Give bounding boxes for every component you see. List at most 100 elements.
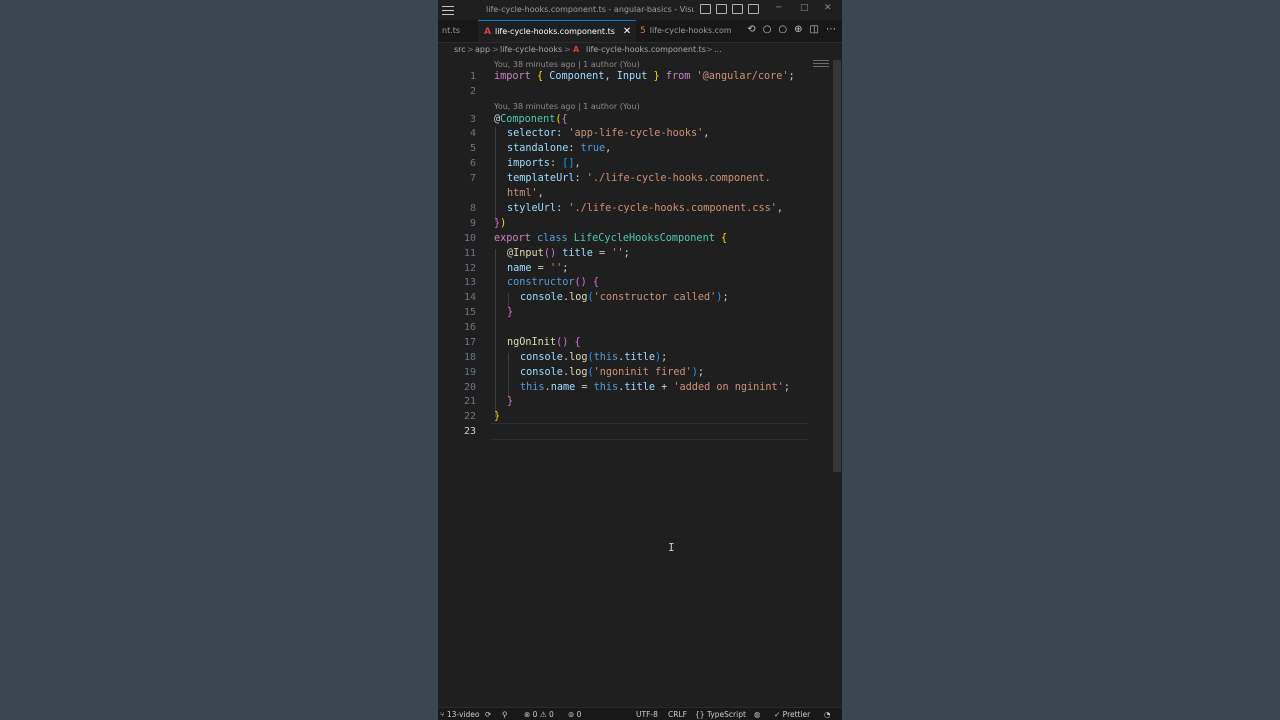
minimap[interactable] bbox=[813, 60, 829, 72]
line-number: 16 bbox=[463, 322, 476, 333]
layout-controls bbox=[700, 4, 764, 16]
tab-label: nt.ts bbox=[442, 26, 461, 35]
code-line-20: this.name = this.title + 'added on ngini… bbox=[520, 382, 790, 393]
close-window-button[interactable]: ✕ bbox=[824, 3, 832, 13]
close-tab-icon[interactable]: ✕ bbox=[623, 26, 631, 37]
breadcrumb-app[interactable]: app bbox=[475, 45, 490, 54]
line-number: 1 bbox=[469, 71, 476, 82]
breadcrumb-separator: > bbox=[564, 45, 571, 54]
error-icon: ⊗ bbox=[524, 710, 533, 719]
go-forward-icon[interactable]: ○ bbox=[778, 24, 787, 35]
code-line-7: templateUrl: './life-cycle-hooks.compone… bbox=[507, 173, 771, 184]
codelens-blame[interactable]: You, 38 minutes ago | 1 author (You) bbox=[494, 60, 640, 69]
code-line-9: }) bbox=[494, 218, 507, 229]
branch-status[interactable]: ⑂ 13-video bbox=[440, 710, 479, 719]
code-line-6: imports: [], bbox=[507, 158, 581, 169]
code-line-19: console.log('ngoninit fired'); bbox=[520, 367, 705, 378]
toggle-panel-icon[interactable] bbox=[716, 4, 727, 14]
line-number: 18 bbox=[463, 352, 476, 363]
encoding-status[interactable]: UTF-8 bbox=[636, 710, 658, 719]
breadcrumb-separator: > bbox=[492, 45, 499, 54]
angular-icon: A bbox=[484, 27, 491, 37]
line-number: 22 bbox=[463, 411, 476, 422]
line-number: 4 bbox=[469, 128, 476, 139]
broadcast-icon: ⊚ bbox=[568, 710, 577, 719]
tab-label: life-cycle-hooks.component.ts bbox=[494, 27, 615, 36]
menu-icon[interactable] bbox=[441, 3, 455, 17]
line-number: 21 bbox=[463, 396, 476, 407]
source-control-icon[interactable]: ⚲ bbox=[502, 710, 508, 719]
code-line-22: } bbox=[494, 411, 501, 422]
indent-guide bbox=[495, 127, 496, 222]
editor-tab-bar: nt.ts Alife-cycle-hooks.component.ts ✕ 5l… bbox=[438, 20, 842, 43]
ports-status[interactable]: ⊚ 0 bbox=[568, 710, 581, 719]
title-bar: life-cycle-hooks.component.ts - angular-… bbox=[438, 0, 842, 20]
language-status[interactable]: {} TypeScript bbox=[695, 710, 746, 719]
indent-guide bbox=[495, 249, 496, 417]
line-number: 3 bbox=[469, 114, 476, 125]
tab-life-cycle-hooks-component-ts[interactable]: Alife-cycle-hooks.component.ts ✕ bbox=[478, 20, 636, 42]
code-line-10: export class LifeCycleHooksComponent { bbox=[494, 233, 728, 244]
line-number: 14 bbox=[463, 292, 476, 303]
breadcrumb-more[interactable]: ... bbox=[714, 45, 722, 54]
code-line-4: selector: 'app-life-cycle-hooks', bbox=[507, 128, 710, 139]
more-actions-icon[interactable]: ⋯ bbox=[826, 24, 836, 35]
warning-icon: ⚠ bbox=[539, 710, 549, 719]
git-branch-icon: ⑂ bbox=[440, 710, 447, 719]
split-editor-icon[interactable]: ◫ bbox=[810, 24, 819, 35]
code-line-15: } bbox=[507, 307, 514, 318]
tab-life-cycle-hooks-html[interactable]: 5 life-cycle-hooks.com bbox=[640, 20, 732, 42]
code-editor[interactable]: You, 38 minutes ago | 1 author (You) You… bbox=[438, 57, 842, 707]
check-icon: ✓ bbox=[774, 710, 783, 719]
breadcrumb-separator: > bbox=[706, 45, 713, 54]
braces-icon: {} bbox=[695, 710, 707, 719]
editor-actions: ⟲ ○ ○ ⊕ ◫ ⋯ bbox=[740, 24, 836, 35]
indent-guide bbox=[508, 293, 509, 308]
line-number: 17 bbox=[463, 337, 476, 348]
vertical-scrollbar[interactable] bbox=[833, 60, 841, 472]
codelens-blame[interactable]: You, 38 minutes ago | 1 author (You) bbox=[494, 102, 640, 111]
window-title: life-cycle-hooks.component.ts - angular-… bbox=[486, 5, 694, 14]
line-number: 19 bbox=[463, 367, 476, 378]
code-line-17: ngOnInit() { bbox=[507, 337, 581, 348]
open-changes-icon[interactable]: ⟲ bbox=[747, 24, 755, 35]
code-line-3: @Component({ bbox=[494, 114, 568, 125]
indent-guide bbox=[508, 353, 509, 398]
toggle-sidebar-icon[interactable] bbox=[700, 4, 711, 14]
code-line-14: console.log('constructor called'); bbox=[520, 292, 729, 303]
html-icon: 5 bbox=[640, 26, 646, 36]
go-back-icon[interactable]: ○ bbox=[763, 24, 772, 35]
maximize-button[interactable]: □ bbox=[800, 3, 809, 13]
sync-icon[interactable]: ⟳ bbox=[485, 710, 491, 719]
breadcrumb-folder[interactable]: life-cycle-hooks bbox=[500, 45, 562, 54]
line-number: 10 bbox=[463, 233, 476, 244]
code-line-5: standalone: true, bbox=[507, 143, 612, 154]
tab-nt-ts[interactable]: nt.ts bbox=[442, 20, 472, 42]
current-line-highlight bbox=[490, 423, 808, 440]
line-number: 13 bbox=[463, 277, 476, 288]
breadcrumb-src[interactable]: src bbox=[454, 45, 466, 54]
code-line-13: constructor() { bbox=[507, 277, 600, 288]
minimize-button[interactable]: ─ bbox=[776, 3, 781, 13]
angular-icon: A bbox=[573, 45, 580, 54]
toggle-blame-icon[interactable]: ⊕ bbox=[794, 24, 802, 35]
prettier-status[interactable]: ✓ Prettier bbox=[774, 710, 810, 719]
line-number: 2 bbox=[469, 86, 476, 97]
problems-status[interactable]: ⊗ 0 ⚠ 0 bbox=[524, 710, 554, 719]
notifications-icon[interactable]: ◔ bbox=[824, 710, 831, 719]
code-line-1: import { Component, Input } from '@angul… bbox=[494, 71, 795, 82]
code-line-8: styleUrl: './life-cycle-hooks.component.… bbox=[507, 203, 784, 214]
eol-status[interactable]: CRLF bbox=[668, 710, 687, 719]
code-line-11: @Input() title = ''; bbox=[507, 248, 630, 259]
line-number: 6 bbox=[469, 158, 476, 169]
status-bar: ⑂ 13-video ⟳ ⚲ ⊗ 0 ⚠ 0 ⊚ 0 UTF-8 CRLF {}… bbox=[438, 707, 842, 720]
line-number: 12 bbox=[463, 263, 476, 274]
line-number: 7 bbox=[469, 173, 476, 184]
line-number: 8 bbox=[469, 203, 476, 214]
toggle-secondary-sidebar-icon[interactable] bbox=[732, 4, 743, 14]
customize-layout-icon[interactable] bbox=[748, 4, 759, 14]
line-number: 15 bbox=[463, 307, 476, 318]
breadcrumb-file[interactable]: life-cycle-hooks.component.ts bbox=[586, 45, 706, 54]
line-number: 9 bbox=[469, 218, 476, 229]
copilot-icon[interactable]: ◍ bbox=[754, 710, 761, 719]
